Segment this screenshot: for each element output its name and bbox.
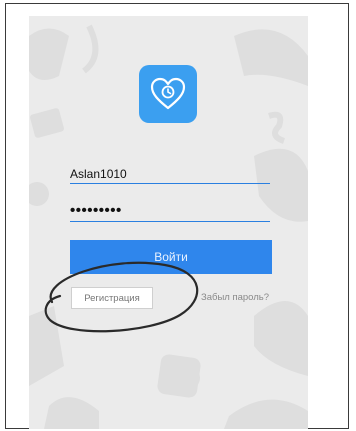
heart-clock-icon: [150, 77, 186, 110]
register-button[interactable]: Регистрация: [71, 287, 153, 309]
login-button[interactable]: Войти: [70, 240, 272, 274]
username-input[interactable]: [70, 167, 270, 181]
password-input[interactable]: [70, 202, 270, 219]
forgot-password-link[interactable]: Забыл пароль?: [201, 292, 269, 303]
phone-screen: Войти Регистрация Забыл пароль?: [29, 16, 308, 429]
username-field[interactable]: [70, 162, 270, 184]
password-field[interactable]: [70, 200, 270, 222]
app-logo: [139, 65, 197, 123]
